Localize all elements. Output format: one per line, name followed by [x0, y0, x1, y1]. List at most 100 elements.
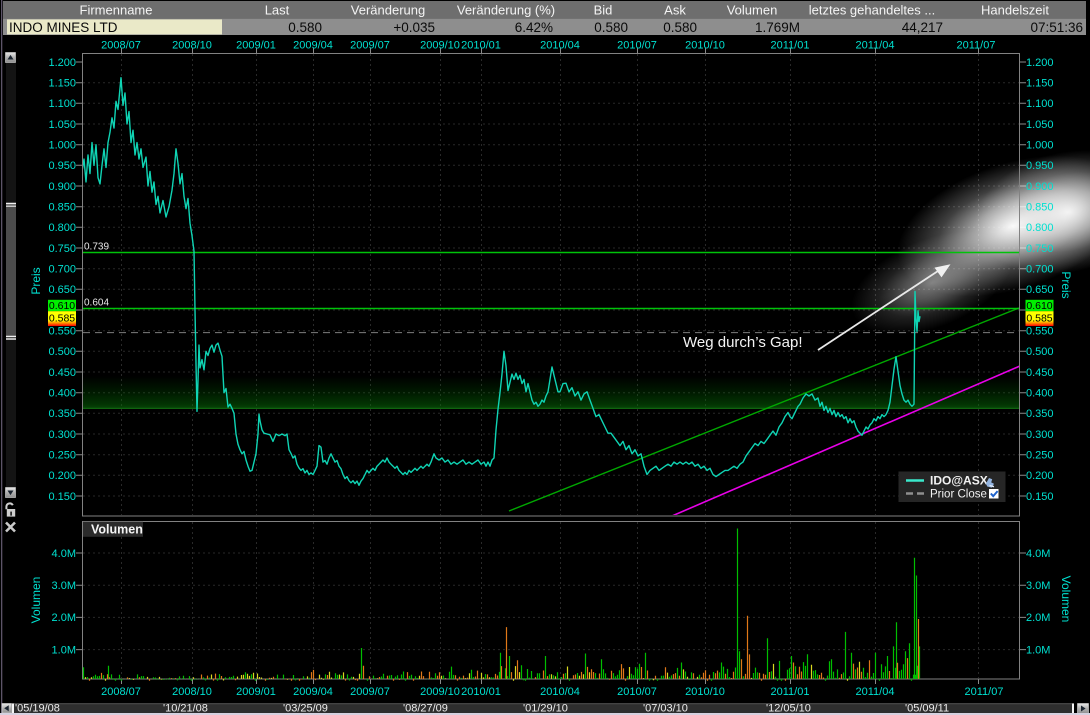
- svg-text:0.950: 0.950: [1026, 160, 1054, 172]
- svg-text:0.850: 0.850: [48, 202, 76, 214]
- svg-text:'01/29/10: '01/29/10: [523, 703, 568, 715]
- svg-text:INDO MINES LTD: INDO MINES LTD: [9, 20, 118, 35]
- svg-text:letztes gehandeltes ...: letztes gehandeltes ...: [809, 3, 935, 18]
- svg-text:1.150: 1.150: [48, 78, 76, 90]
- svg-text:1.150: 1.150: [1026, 78, 1054, 90]
- svg-text:2.0M: 2.0M: [1026, 612, 1050, 624]
- svg-text:6.42%: 6.42%: [515, 20, 553, 35]
- svg-text:1.0M: 1.0M: [1026, 644, 1050, 656]
- svg-text:'05/09/11: '05/09/11: [905, 703, 949, 715]
- svg-text:1.050: 1.050: [1026, 119, 1054, 131]
- svg-text:2010/07: 2010/07: [617, 686, 657, 698]
- svg-text:2011/01: 2011/01: [771, 686, 810, 698]
- svg-text:'12/05/10: '12/05/10: [766, 703, 811, 715]
- svg-text:2009/01: 2009/01: [236, 40, 276, 52]
- svg-text:0.500: 0.500: [48, 346, 76, 358]
- svg-text:Volumen: Volumen: [29, 577, 43, 624]
- svg-text:0.300: 0.300: [1026, 429, 1054, 441]
- svg-text:2011/07: 2011/07: [965, 686, 1004, 698]
- svg-text:44,217: 44,217: [902, 20, 943, 35]
- svg-text:2009/07: 2009/07: [350, 40, 390, 52]
- svg-text:0.580: 0.580: [594, 20, 628, 35]
- svg-text:Veränderung: Veränderung: [351, 3, 425, 18]
- svg-text:0.500: 0.500: [1026, 346, 1054, 358]
- svg-text:2008/07: 2008/07: [101, 40, 141, 52]
- svg-text:Preis: Preis: [29, 267, 43, 294]
- svg-text:0.250: 0.250: [48, 450, 76, 462]
- svg-text:IDO@ASX: IDO@ASX: [930, 474, 988, 488]
- svg-text:0.739: 0.739: [84, 242, 109, 253]
- svg-text:Weg durch’s Gap!: Weg durch’s Gap!: [683, 334, 803, 351]
- svg-text:0.800: 0.800: [1026, 222, 1054, 234]
- svg-text:2009/04: 2009/04: [293, 40, 333, 52]
- svg-text:1.200: 1.200: [48, 57, 76, 69]
- svg-text:0.950: 0.950: [48, 160, 76, 172]
- svg-text:0.900: 0.900: [48, 181, 76, 193]
- svg-text:0.700: 0.700: [48, 264, 76, 276]
- svg-text:4.0M: 4.0M: [52, 548, 76, 560]
- svg-text:2011/07: 2011/07: [957, 40, 996, 52]
- svg-text:0.750: 0.750: [48, 243, 76, 255]
- svg-text:4.0M: 4.0M: [1026, 548, 1050, 560]
- svg-text:0.400: 0.400: [48, 388, 76, 400]
- svg-text:0.850: 0.850: [1026, 202, 1054, 214]
- svg-text:2010/01: 2010/01: [461, 40, 501, 52]
- svg-text:0.900: 0.900: [1026, 181, 1054, 193]
- svg-text:Last: Last: [265, 3, 290, 18]
- svg-text:0.750: 0.750: [1026, 243, 1054, 255]
- svg-text:0.580: 0.580: [663, 20, 697, 35]
- svg-text:2009/10: 2009/10: [420, 686, 460, 698]
- svg-text:0.350: 0.350: [1026, 408, 1054, 420]
- svg-text:2010/10: 2010/10: [685, 686, 725, 698]
- svg-text:1.000: 1.000: [48, 140, 76, 152]
- svg-text:0.585: 0.585: [1026, 313, 1052, 325]
- svg-text:1.769M: 1.769M: [755, 20, 800, 35]
- svg-text:3.0M: 3.0M: [52, 580, 76, 592]
- svg-text:1.100: 1.100: [48, 98, 76, 110]
- svg-text:2008/10: 2008/10: [172, 686, 212, 698]
- svg-text:0.150: 0.150: [1026, 491, 1054, 503]
- svg-text:2.0M: 2.0M: [52, 612, 76, 624]
- svg-text:1.100: 1.100: [1026, 98, 1054, 110]
- svg-text:0.610: 0.610: [49, 300, 75, 312]
- svg-text:+0.035: +0.035: [393, 20, 435, 35]
- svg-text:2010/10: 2010/10: [685, 40, 725, 52]
- svg-text:0.200: 0.200: [1026, 470, 1054, 482]
- svg-text:2010/04: 2010/04: [540, 40, 580, 52]
- svg-text:'07/03/10: '07/03/10: [643, 703, 688, 715]
- svg-text:0.150: 0.150: [48, 491, 76, 503]
- svg-text:0.610: 0.610: [1026, 300, 1052, 312]
- svg-text:Handelszeit: Handelszeit: [981, 3, 1049, 18]
- svg-text:0.350: 0.350: [48, 408, 76, 420]
- svg-text:'08/27/09: '08/27/09: [403, 703, 448, 715]
- svg-text:0.800: 0.800: [48, 222, 76, 234]
- svg-text:07:51:36: 07:51:36: [1030, 20, 1083, 35]
- svg-text:2011/04: 2011/04: [856, 686, 895, 698]
- svg-text:0.585: 0.585: [49, 313, 75, 325]
- svg-text:1.0M: 1.0M: [52, 644, 76, 656]
- svg-text:0.550: 0.550: [48, 326, 76, 338]
- svg-text:'03/25/09: '03/25/09: [283, 703, 328, 715]
- svg-text:0.550: 0.550: [1026, 326, 1054, 338]
- svg-text:Volumen: Volumen: [1059, 576, 1073, 623]
- svg-text:0.250: 0.250: [1026, 450, 1054, 462]
- svg-text:0.604: 0.604: [84, 298, 109, 309]
- svg-text:0.200: 0.200: [48, 470, 76, 482]
- svg-text:0.650: 0.650: [48, 284, 76, 296]
- svg-text:2008/10: 2008/10: [172, 40, 212, 52]
- svg-text:2009/01: 2009/01: [236, 686, 276, 698]
- svg-text:Volumen: Volumen: [727, 3, 778, 18]
- svg-text:0.450: 0.450: [48, 367, 76, 379]
- svg-text:2011/01: 2011/01: [771, 40, 810, 52]
- svg-text:0.400: 0.400: [1026, 388, 1054, 400]
- svg-text:Prior Close: Prior Close: [930, 489, 987, 501]
- svg-text:Bid: Bid: [594, 3, 613, 18]
- svg-text:1.000: 1.000: [1026, 140, 1054, 152]
- svg-text:0.700: 0.700: [1026, 264, 1054, 276]
- svg-text:0.580: 0.580: [288, 20, 322, 35]
- svg-text:1.200: 1.200: [1026, 57, 1054, 69]
- svg-text:2008/07: 2008/07: [101, 686, 141, 698]
- svg-text:2010/01: 2010/01: [461, 686, 501, 698]
- svg-text:'10/21/08: '10/21/08: [163, 703, 208, 715]
- svg-text:2011/04: 2011/04: [856, 40, 895, 52]
